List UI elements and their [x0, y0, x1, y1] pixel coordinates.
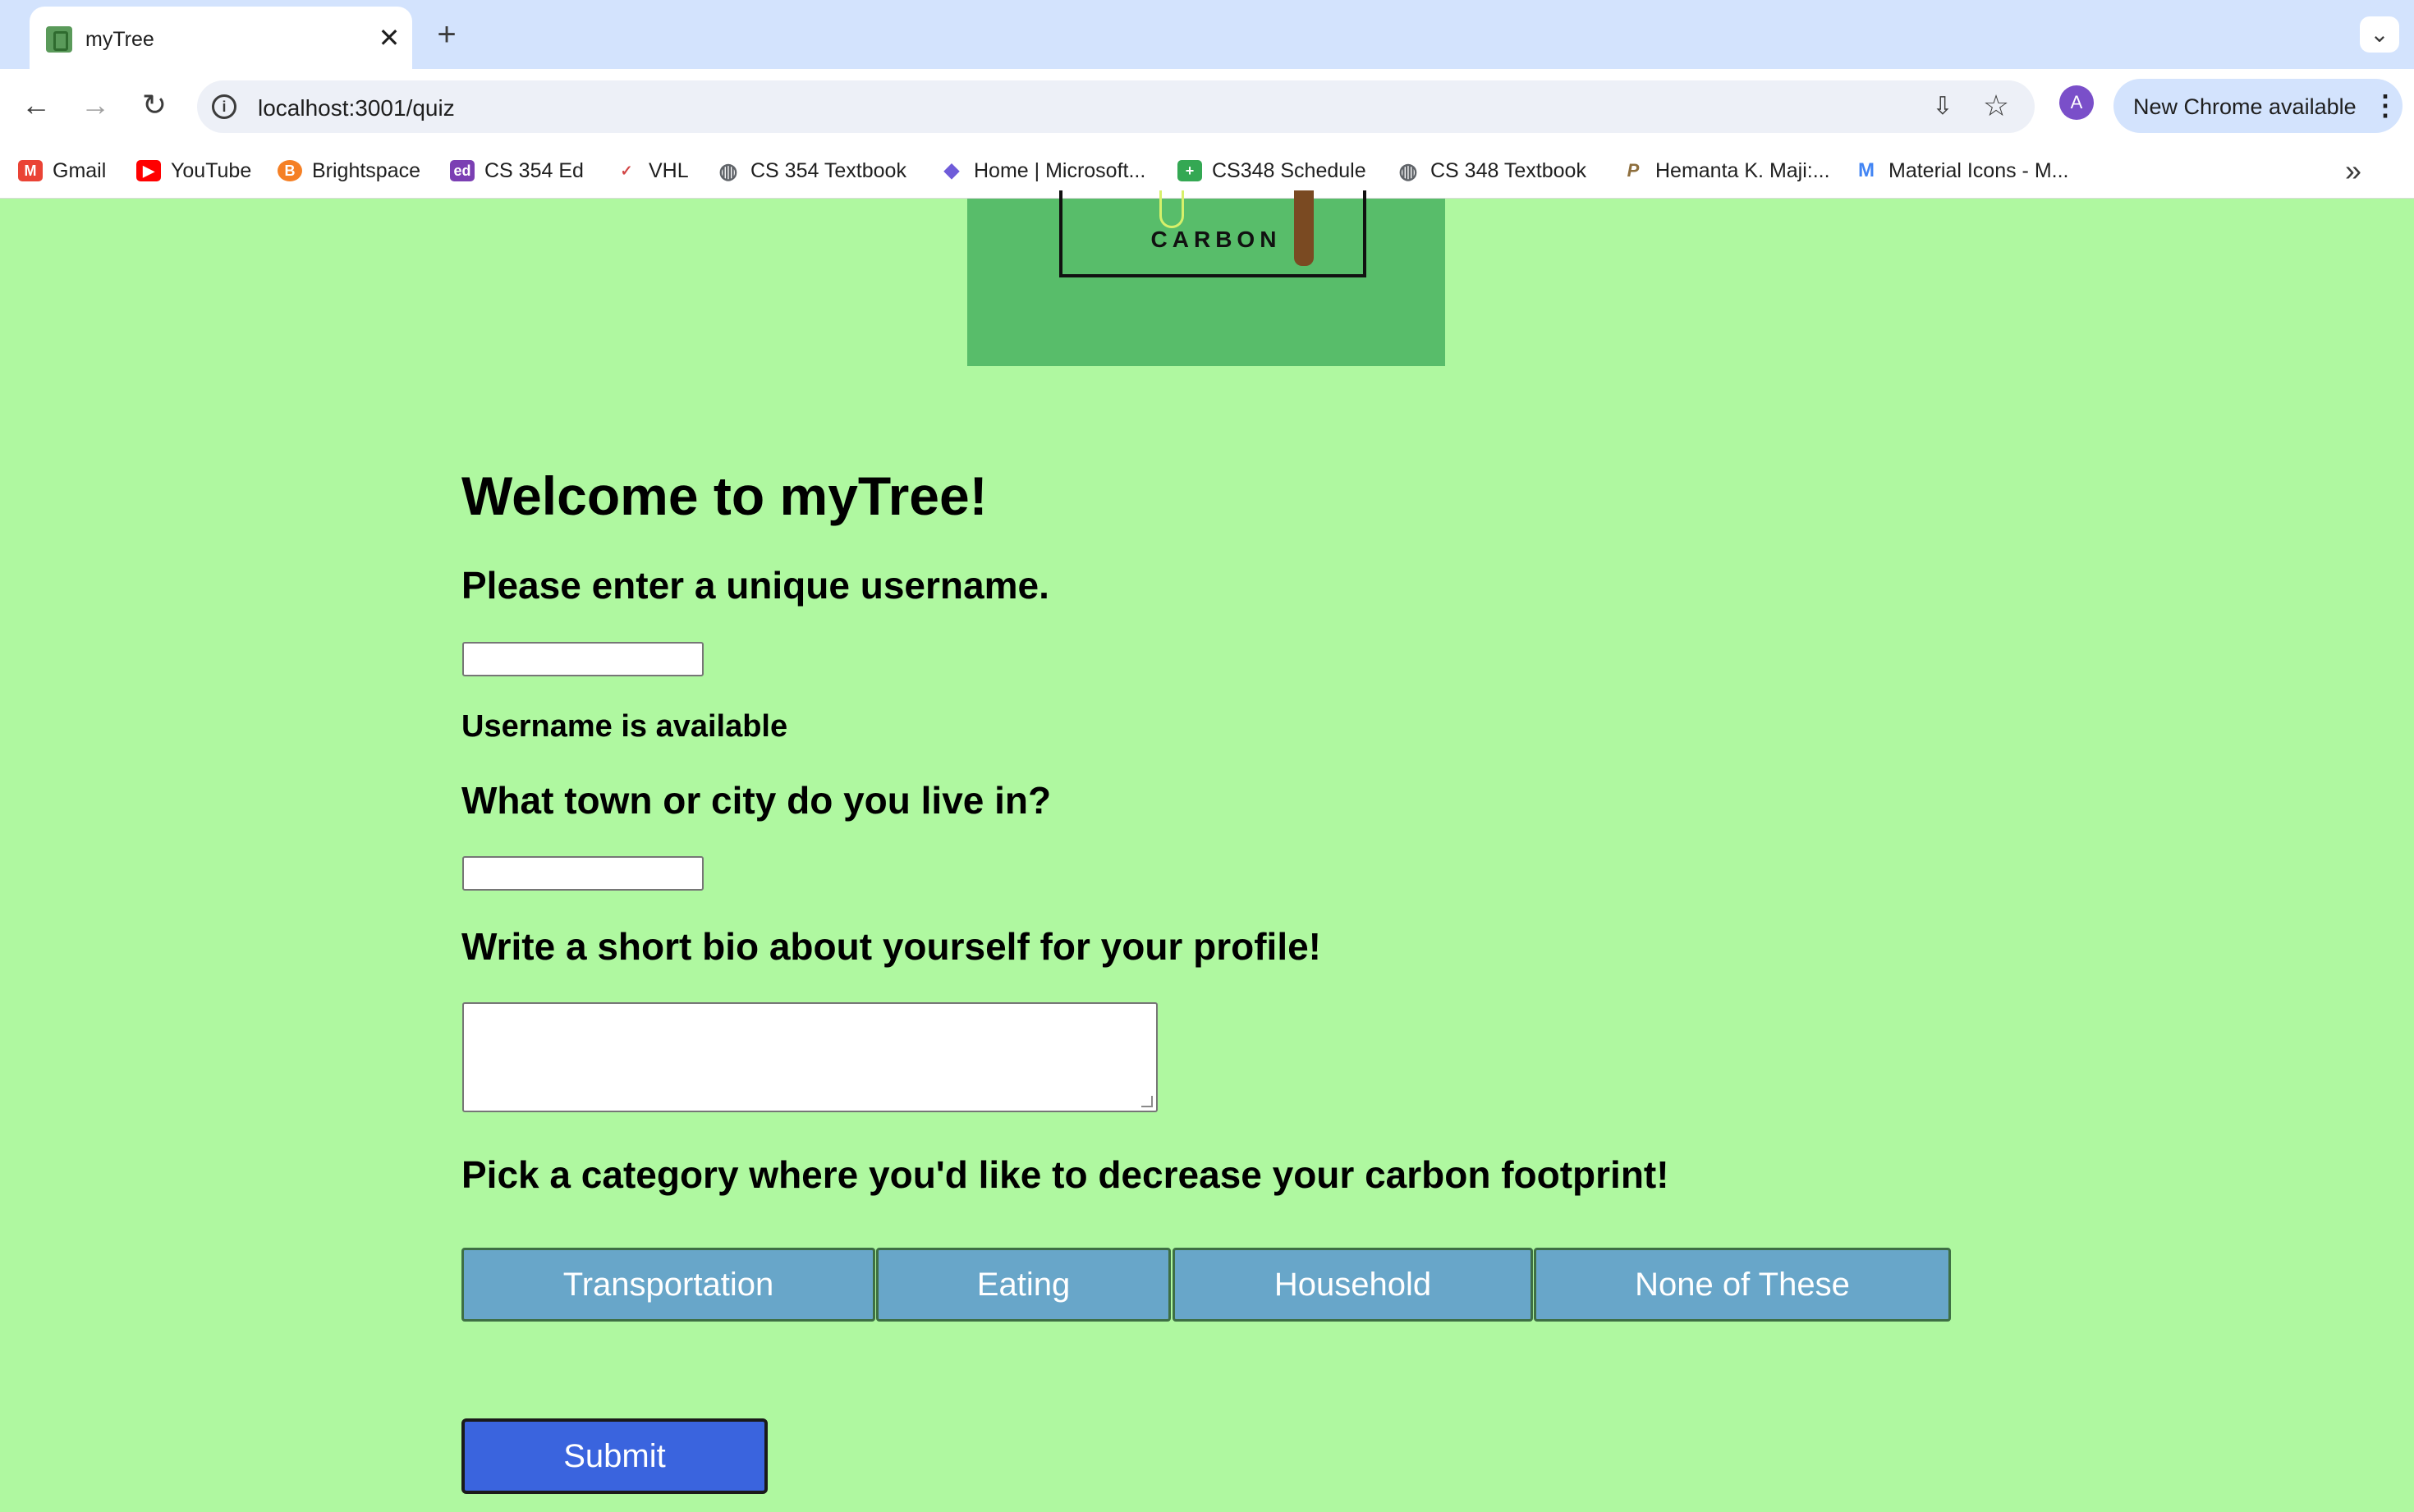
bookmark-label: YouTube	[171, 158, 252, 182]
bookmark-hemanta-maji[interactable]: P Hemanta K. Maji:...	[1621, 154, 1830, 187]
category-eating-button[interactable]: Eating	[876, 1248, 1171, 1322]
profile-avatar[interactable]: A	[2059, 85, 2094, 120]
brightspace-icon: B	[278, 160, 302, 181]
leaf-icon	[1159, 190, 1184, 228]
bookmark-material-icons[interactable]: M Material Icons - M...	[1854, 154, 2069, 187]
globe-icon: ◍	[718, 158, 738, 183]
bookmark-label: CS 354 Textbook	[750, 158, 906, 182]
logo-frame: CARBON	[1059, 190, 1366, 277]
bio-textarea[interactable]	[462, 1002, 1158, 1112]
category-prompt: Pick a category where you'd like to decr…	[461, 1153, 1669, 1196]
bookmark-label: CS 348 Textbook	[1430, 158, 1586, 182]
logo-text: CARBON	[1150, 227, 1282, 252]
bookmark-cs348-textbook[interactable]: ◍ CS 348 Textbook	[1396, 154, 1586, 187]
new-chrome-available-button[interactable]: New Chrome available ⋮	[2113, 79, 2403, 133]
bookmark-label: Gmail	[53, 158, 107, 182]
material-icon: M	[1858, 159, 1875, 181]
bookmark-brightspace[interactable]: B Brightspace	[278, 154, 420, 187]
purdue-icon: P	[1627, 160, 1640, 181]
bookmark-vhl[interactable]: ✓ VHL	[614, 154, 689, 187]
bookmark-label: VHL	[649, 158, 689, 182]
tab-title: myTree	[85, 28, 154, 51]
submit-button[interactable]: Submit	[461, 1418, 768, 1494]
ed-icon: ed	[450, 160, 475, 181]
bio-prompt: Write a short bio about yourself for you…	[461, 925, 1321, 968]
username-input[interactable]	[462, 642, 704, 676]
city-prompt: What town or city do you live in?	[461, 779, 1052, 822]
install-app-icon[interactable]: ⇩	[1928, 92, 1957, 121]
mytree-logo: CARBON	[967, 190, 1445, 366]
more-menu-icon[interactable]: ⋮	[2371, 90, 2399, 121]
bookmark-label: Material Icons - M...	[1889, 158, 2069, 182]
new-tab-button[interactable]: +	[430, 18, 463, 51]
category-transportation-button[interactable]: Transportation	[461, 1248, 875, 1322]
category-household-button[interactable]: Household	[1173, 1248, 1533, 1322]
update-label: New Chrome available	[2133, 94, 2357, 119]
tab-strip: myTree ✕ + ⌄	[0, 0, 2414, 69]
bookmark-cs354-textbook[interactable]: ◍ CS 354 Textbook	[716, 154, 906, 187]
bookmark-cs348-schedule[interactable]: + CS348 Schedule	[1177, 154, 1366, 187]
mytree-favicon-icon	[46, 26, 72, 53]
reload-button[interactable]: ↻	[135, 85, 174, 125]
bookmark-cs354-ed[interactable]: ed CS 354 Ed	[450, 154, 584, 187]
bookmark-label: Hemanta K. Maji:...	[1655, 158, 1830, 182]
bookmark-label: CS 354 Ed	[484, 158, 584, 182]
page-title: Welcome to myTree!	[461, 465, 988, 526]
bookmark-star-icon[interactable]: ☆	[1980, 90, 2012, 121]
gmail-icon: M	[18, 160, 43, 181]
tab-search-button[interactable]: ⌄	[2360, 16, 2399, 53]
globe-icon: ◍	[1398, 158, 1418, 183]
forward-button[interactable]: →	[76, 85, 115, 125]
bookmark-label: Home | Microsoft...	[974, 158, 1146, 182]
address-bar[interactable]: i localhost:3001/quiz ⇩ ☆	[197, 80, 2035, 133]
sheets-icon: +	[1177, 160, 1202, 181]
url-text[interactable]: localhost:3001/quiz	[258, 95, 455, 121]
browser-chrome: myTree ✕ + ⌄ ← → ↻ i localhost:3001/quiz…	[0, 0, 2414, 199]
category-none-button[interactable]: None of These	[1534, 1248, 1951, 1322]
tab-mytree[interactable]: myTree ✕	[30, 7, 412, 69]
username-status: Username is available	[461, 709, 788, 744]
city-input[interactable]	[462, 856, 704, 891]
username-prompt: Please enter a unique username.	[461, 564, 1049, 607]
close-tab-icon[interactable]: ✕	[374, 23, 404, 53]
bookmark-microsoft[interactable]: ◆ Home | Microsoft...	[939, 154, 1146, 187]
bookmark-label: Brightspace	[312, 158, 421, 182]
browser-toolbar: ← → ↻ i localhost:3001/quiz ⇩ ☆ A New Ch…	[0, 69, 2414, 141]
more-bookmarks-icon[interactable]: »	[2335, 153, 2371, 189]
site-info-icon[interactable]: i	[212, 94, 236, 119]
bookmark-gmail[interactable]: M Gmail	[18, 154, 106, 187]
microsoft-icon: ◆	[943, 159, 960, 181]
back-button[interactable]: ←	[16, 85, 56, 125]
vhl-icon: ✓	[620, 163, 633, 179]
youtube-icon: ▶	[136, 160, 161, 181]
bookmark-youtube[interactable]: ▶ YouTube	[136, 154, 251, 187]
bookmark-label: CS348 Schedule	[1212, 158, 1366, 182]
resize-handle-icon[interactable]	[1141, 1096, 1153, 1107]
